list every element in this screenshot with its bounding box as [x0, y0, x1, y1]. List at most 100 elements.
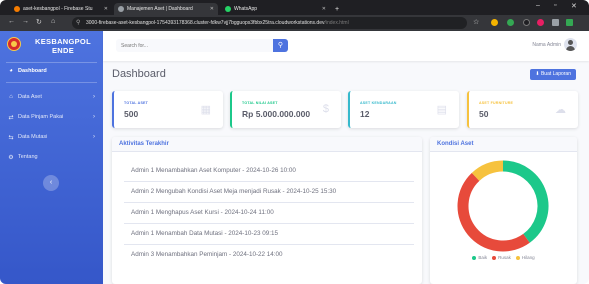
- activity-card: Aktivitas Terakhir Admin 1 Menambahkan A…: [112, 137, 422, 284]
- maximize-icon[interactable]: ▫: [554, 2, 556, 9]
- calendar-icon: ▦: [200, 104, 211, 116]
- avatar[interactable]: [564, 38, 577, 51]
- transfer-icon: ⇆: [8, 134, 14, 141]
- browser-tab[interactable]: aset-kesbangpol - Firebase Stu ✕: [10, 3, 112, 15]
- legend-swatch: [515, 255, 520, 260]
- logo: [7, 37, 21, 51]
- divider: [6, 62, 97, 63]
- exchange-icon: ⇄: [8, 114, 14, 121]
- home-icon: ⌂: [9, 94, 13, 100]
- clipboard-icon: ▤: [436, 104, 447, 116]
- stat-label: Aset Furniture: [479, 101, 514, 105]
- minimize-icon[interactable]: –: [536, 2, 540, 9]
- legend-item[interactable]: Baik: [472, 255, 487, 260]
- legend-swatch: [472, 255, 477, 260]
- donut-slice-hilang[interactable]: [471, 160, 504, 182]
- sidebar-item-label: Data Pinjam Pakai: [18, 114, 64, 120]
- legend-label: Hilang: [521, 255, 535, 260]
- brand-name: KESBANGPOL ENDE: [35, 37, 91, 55]
- chart-title: Kondisi Aset: [437, 141, 474, 147]
- stat-label: Total Aset: [124, 101, 149, 105]
- reload-icon[interactable]: ↻: [36, 18, 42, 26]
- sidebar-toggle-button[interactable]: ‹: [43, 175, 59, 191]
- forward-icon[interactable]: →: [22, 18, 29, 25]
- chart-legend: Baik Rusak Hilang: [430, 255, 577, 260]
- address-bar[interactable]: ⚲ 3000-firebase-aset-kesbangpol-17543931…: [72, 17, 467, 29]
- activity-item: Admin 1 Menambah Data Mutasi - 2024-10-2…: [131, 230, 279, 237]
- browser-tab-title: aset-kesbangpol - Firebase Stu: [23, 6, 93, 12]
- activity-item: Admin 3 Menambahkan Peminjam - 2024-10-2…: [131, 251, 283, 258]
- donut-slice-baik[interactable]: [502, 160, 549, 243]
- chevron-right-icon: ›: [93, 114, 95, 120]
- browser-tab-title: Manajemen Aset | Dashboard: [127, 6, 193, 12]
- sidebar-brand[interactable]: KESBANGPOL ENDE: [0, 31, 103, 61]
- sidebar-item-label: Data Aset: [18, 94, 42, 100]
- browser-toolbar: ← → ↻ ⌂ ⚲ 3000-firebase-aset-kesbangpol-…: [0, 15, 589, 31]
- gear-icon: ⚙: [8, 154, 14, 161]
- extension-icon[interactable]: [537, 19, 544, 26]
- card-title: Aktivitas Terakhir: [119, 141, 169, 147]
- profile-icon[interactable]: [566, 19, 573, 26]
- sidebar-item-label: Data Mutasi: [18, 134, 48, 140]
- close-icon[interactable]: ✕: [101, 6, 108, 12]
- card-header: Kondisi Aset: [430, 137, 577, 152]
- browser-tab-title: WhatsApp: [234, 6, 258, 12]
- sidebar-item-data-aset[interactable]: ⌂ Data Aset ›: [0, 91, 103, 103]
- stat-card-total-nilai: Total Nilai Aset Rp 5.000.000.000 $: [230, 91, 341, 128]
- stat-label: Total Nilai Aset: [242, 101, 278, 105]
- close-window-icon[interactable]: ✕: [571, 2, 577, 10]
- main-content: Dashboard ⬇ Buat Laporan Total Aset 500 …: [103, 61, 589, 284]
- sidebar-item-dashboard[interactable]: ◕ Dashboard: [0, 65, 103, 77]
- stat-card-aset-kendaraan: Aset Kendaraan 12 ▤: [348, 91, 459, 128]
- legend-item[interactable]: Rusak: [492, 255, 511, 260]
- sidebar-item-data-mutasi[interactable]: ⇆ Data Mutasi ›: [0, 131, 103, 143]
- home-icon[interactable]: ⌂: [51, 18, 55, 25]
- activity-item: Admin 2 Mengubah Kondisi Aset Meja menja…: [131, 188, 337, 195]
- close-icon[interactable]: ✕: [319, 6, 326, 12]
- back-icon[interactable]: ←: [8, 18, 15, 25]
- firebase-icon: [14, 6, 20, 12]
- generate-report-button[interactable]: ⬇ Buat Laporan: [530, 69, 576, 80]
- sidebar-item-data-pinjam-pakai[interactable]: ⇄ Data Pinjam Pakai ›: [0, 111, 103, 123]
- divider: [6, 82, 97, 83]
- close-icon[interactable]: ✕: [207, 6, 214, 12]
- donut-chart: [457, 160, 549, 252]
- legend-item[interactable]: Hilang: [515, 255, 535, 260]
- sidebar-item-label: Tentang: [18, 154, 38, 160]
- divider: [124, 202, 414, 203]
- legend-label: Rusak: [498, 255, 511, 260]
- chevron-right-icon: ›: [93, 94, 95, 100]
- legend-swatch: [492, 255, 497, 260]
- page-icon: [118, 6, 124, 12]
- sidebar-item-label: Dashboard: [18, 68, 47, 74]
- donut-slice-rusak[interactable]: [457, 172, 530, 252]
- extension-icon[interactable]: [523, 19, 530, 26]
- whatsapp-icon: [225, 6, 231, 12]
- app: KESBANGPOL ENDE ◕ Dashboard ⌂ Data Aset …: [0, 31, 589, 284]
- divider: [124, 181, 414, 182]
- topbar: ⚲ Nama Admin: [103, 31, 589, 61]
- stat-value: Rp 5.000.000.000: [242, 109, 311, 119]
- card-header: Aktivitas Terakhir: [112, 137, 422, 152]
- dollar-icon: $: [322, 103, 329, 115]
- comments-icon: ☁: [555, 104, 566, 116]
- bookmark-star-icon[interactable]: ☆: [473, 18, 479, 26]
- site-info-icon[interactable]: ⚲: [76, 17, 80, 29]
- divider: [124, 223, 414, 224]
- browser-tab-strip: aset-kesbangpol - Firebase Stu ✕ Manajem…: [0, 0, 589, 15]
- extension-icon[interactable]: [491, 19, 498, 26]
- search-button[interactable]: ⚲: [273, 39, 288, 52]
- dashboard-icon: ◕: [9, 68, 13, 74]
- browser-tab-active[interactable]: Manajemen Aset | Dashboard ✕: [114, 3, 218, 15]
- sidebar-item-tentang[interactable]: ⚙ Tentang: [0, 151, 103, 163]
- browser-tab[interactable]: WhatsApp ✕: [221, 3, 330, 15]
- search-icon: ⚲: [277, 42, 284, 49]
- sidepanel-icon[interactable]: [552, 19, 559, 26]
- divider: [124, 244, 414, 245]
- new-tab-button[interactable]: +: [330, 3, 344, 15]
- stat-label: Aset Kendaraan: [360, 101, 397, 105]
- search-input[interactable]: [116, 39, 273, 52]
- user-name[interactable]: Nama Admin: [532, 42, 561, 48]
- extension-icon[interactable]: [507, 19, 514, 26]
- chart-card: Kondisi Aset Baik Rusak Hilang: [430, 137, 577, 284]
